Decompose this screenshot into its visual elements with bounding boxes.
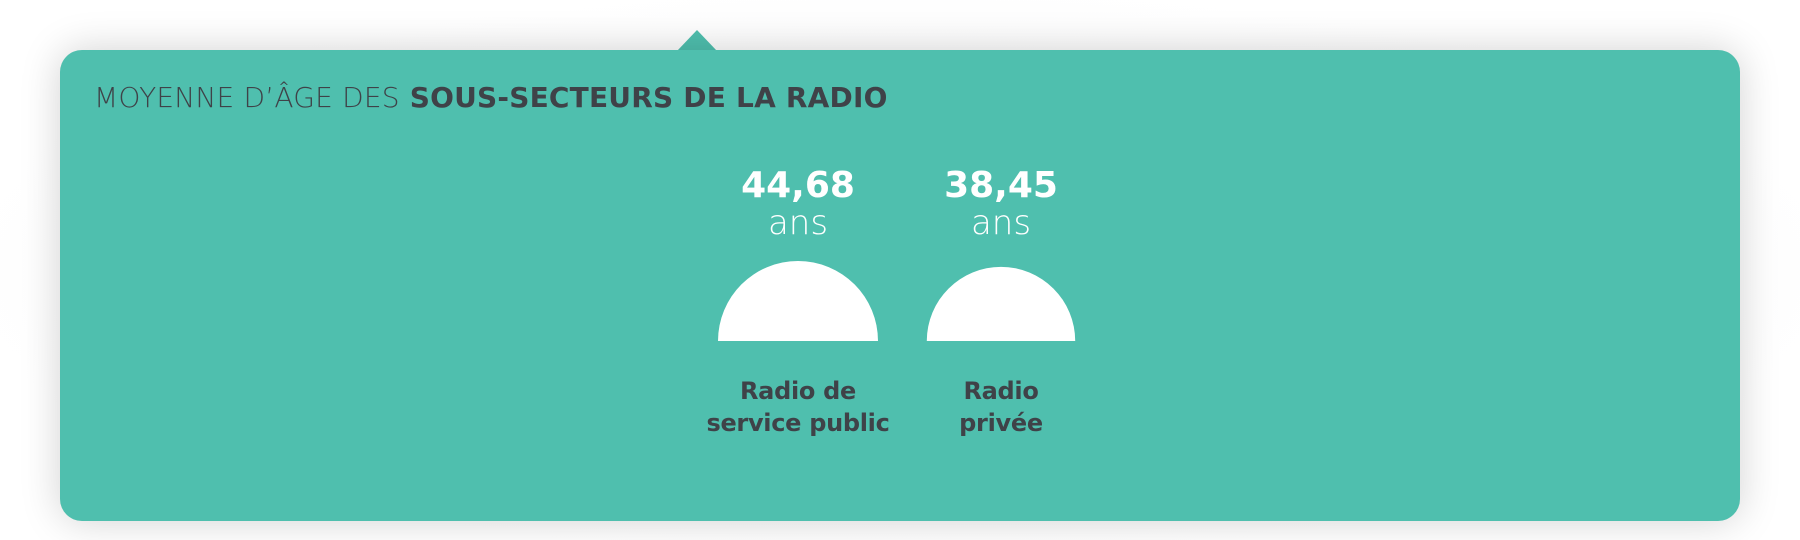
card-pointer [677, 30, 717, 51]
semicircle-mark [718, 261, 878, 341]
age-semicircle-chart: 44,68ans38,45ans [718, 165, 1076, 341]
value-label: 38,45 [944, 165, 1058, 206]
category-label-line: privée [959, 409, 1043, 437]
category-label: Radio privée [881, 375, 1121, 439]
value-label: 44,68 [741, 165, 855, 206]
page: MOYENNE D’ÂGE DES SOUS-SECTEURS DE LA RA… [0, 0, 1800, 540]
unit-label: ans [768, 203, 828, 243]
unit-label: ans [971, 203, 1031, 243]
semicircle-mark [926, 266, 1076, 341]
category-label-line: Radio [963, 377, 1039, 405]
age-card: MOYENNE D’ÂGE DES SOUS-SECTEURS DE LA RA… [60, 50, 1740, 521]
